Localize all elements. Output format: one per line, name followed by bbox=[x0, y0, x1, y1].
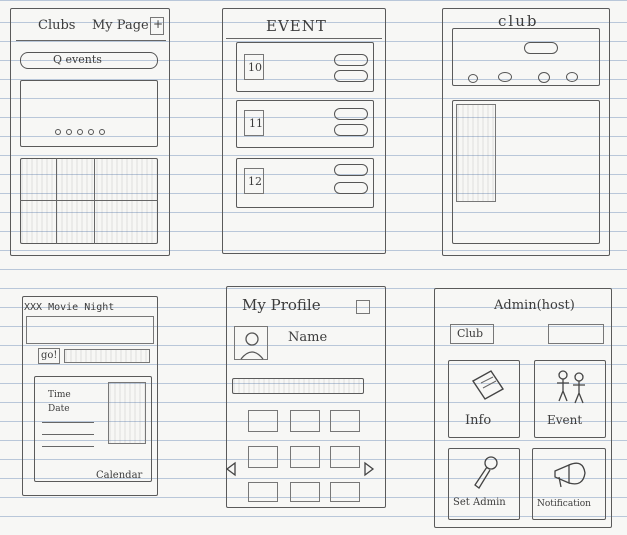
admin-event-tile[interactable]: Event bbox=[534, 360, 606, 438]
arrow-left-icon[interactable] bbox=[225, 461, 236, 477]
wrench-icon bbox=[474, 456, 498, 489]
carousel-dot[interactable] bbox=[66, 129, 72, 135]
header-divider bbox=[226, 38, 382, 39]
go-button[interactable]: go! bbox=[38, 348, 60, 364]
profile-frame bbox=[226, 286, 386, 508]
people-icon bbox=[557, 370, 585, 404]
profile-name: Name bbox=[288, 330, 328, 345]
calendar-icon: 10 bbox=[244, 54, 264, 80]
profile-avatar[interactable] bbox=[234, 326, 268, 360]
person-icon bbox=[240, 332, 264, 360]
admin-club-label: Club bbox=[450, 324, 494, 344]
nav-clubs[interactable]: Clubs bbox=[38, 18, 75, 33]
club-tab-icon[interactable] bbox=[538, 72, 550, 83]
club-tab-icon[interactable] bbox=[498, 72, 512, 82]
calendar-icon: 11 bbox=[244, 110, 264, 136]
grid-divider bbox=[20, 200, 158, 201]
club-side-list[interactable] bbox=[456, 104, 496, 202]
event-action-button[interactable] bbox=[334, 124, 368, 136]
event-date: 10 bbox=[248, 61, 262, 74]
admin-info-label: Info bbox=[465, 413, 492, 428]
event-date: 12 bbox=[248, 175, 262, 188]
carousel-dot[interactable] bbox=[55, 129, 61, 135]
event-date: 11 bbox=[249, 117, 263, 130]
profile-edit-button[interactable] bbox=[356, 300, 370, 314]
add-button[interactable]: + bbox=[150, 17, 164, 35]
admin-notification-tile[interactable]: Notification bbox=[532, 448, 606, 520]
header-divider bbox=[16, 40, 166, 41]
grid-divider bbox=[94, 158, 95, 244]
carousel-dot[interactable] bbox=[99, 129, 105, 135]
admin-set-admin-label: Set Admin bbox=[453, 497, 506, 508]
profile-club-tile[interactable] bbox=[290, 410, 320, 432]
admin-club-select[interactable] bbox=[548, 324, 604, 344]
event-hero bbox=[26, 316, 154, 344]
calendar-icon: 12 bbox=[244, 168, 264, 194]
grid-divider bbox=[56, 158, 57, 244]
info-side-column bbox=[108, 382, 146, 444]
nav-mypage[interactable]: My Page bbox=[92, 18, 149, 33]
profile-club-tile[interactable] bbox=[330, 446, 360, 468]
go-button-label: go! bbox=[41, 350, 58, 361]
profile-title: My Profile bbox=[242, 296, 321, 314]
info-line bbox=[42, 446, 94, 447]
carousel-dot[interactable] bbox=[88, 129, 94, 135]
search-bar[interactable]: Q events bbox=[20, 52, 158, 69]
profile-club-tile[interactable] bbox=[290, 482, 320, 502]
admin-info-tile[interactable]: Info bbox=[448, 360, 520, 438]
club-tab-icon[interactable] bbox=[468, 74, 478, 83]
admin-event-label: Event bbox=[547, 413, 583, 427]
profile-club-tile[interactable] bbox=[330, 410, 360, 432]
info-line bbox=[42, 422, 94, 423]
event-action-button[interactable] bbox=[334, 70, 368, 82]
profile-club-tile[interactable] bbox=[290, 446, 320, 468]
event-detail-title: XXX Movie Night bbox=[24, 302, 115, 313]
event-title: EVENT bbox=[266, 17, 327, 35]
event-action-button[interactable] bbox=[334, 182, 368, 194]
info-line bbox=[42, 434, 94, 435]
plus-icon: + bbox=[153, 17, 164, 31]
profile-club-tile[interactable] bbox=[248, 410, 278, 432]
club-grid bbox=[20, 158, 158, 244]
club-join-button[interactable] bbox=[524, 42, 558, 54]
profile-club-tile[interactable] bbox=[248, 446, 278, 468]
admin-club-text: Club bbox=[457, 327, 484, 340]
banner-carousel[interactable] bbox=[20, 80, 158, 147]
profile-header-bar bbox=[232, 378, 364, 394]
admin-set-admin-tile[interactable]: Set Admin bbox=[448, 448, 520, 520]
attendee-bar bbox=[64, 349, 150, 363]
search-placeholder: Q events bbox=[53, 53, 102, 66]
admin-title: Admin(host) bbox=[494, 298, 575, 313]
profile-club-tile[interactable] bbox=[248, 482, 278, 502]
event-action-button[interactable] bbox=[334, 108, 368, 120]
event-action-button[interactable] bbox=[334, 54, 368, 66]
admin-notification-label: Notification bbox=[537, 499, 591, 509]
date-label: Date bbox=[48, 404, 70, 414]
carousel-dot[interactable] bbox=[77, 129, 83, 135]
event-action-button[interactable] bbox=[334, 164, 368, 176]
calendar-link[interactable]: Calendar bbox=[96, 470, 142, 481]
profile-club-tile[interactable] bbox=[330, 482, 360, 502]
megaphone-icon bbox=[554, 462, 586, 488]
document-icon bbox=[471, 370, 505, 400]
time-label: Time bbox=[48, 390, 71, 400]
club-tab-icon[interactable] bbox=[566, 72, 578, 82]
arrow-right-icon[interactable] bbox=[364, 461, 375, 477]
